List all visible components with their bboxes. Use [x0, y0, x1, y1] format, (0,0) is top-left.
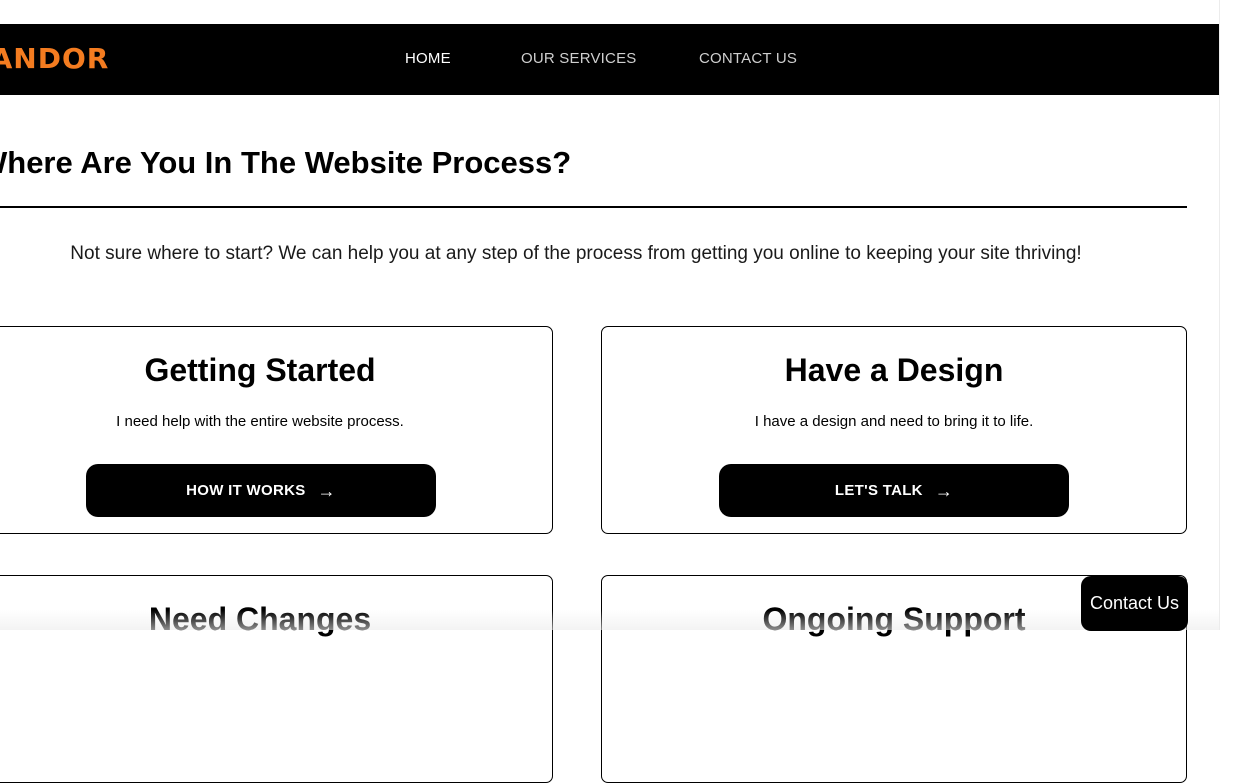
arrow-right-icon: →: [317, 480, 336, 501]
arrow-right-icon: →: [934, 480, 954, 501]
card-description: I need help with the entire website proc…: [116, 413, 404, 430]
contact-us-floating-button[interactable]: Contact Us: [1081, 576, 1188, 631]
site-logo[interactable]: YANDOR: [0, 37, 109, 81]
top-navbar: YANDOR HOME OUR SERVICES CONTACT US: [0, 24, 1219, 95]
card-need-changes: Need Changes: [0, 575, 553, 783]
button-label: LET'S TALK: [834, 482, 923, 499]
intro-text: Not sure where to start? We can help you…: [70, 243, 1082, 264]
card-have-a-design: Have a Design I have a design and need t…: [601, 326, 1187, 534]
title-divider: [0, 206, 1187, 208]
right-gutter: [1219, 0, 1259, 630]
card-getting-started: Getting Started I need help with the ent…: [0, 326, 553, 534]
card-description: I have a design and need to bring it to …: [754, 413, 1034, 430]
button-label: HOW IT WORKS: [186, 482, 306, 499]
nav-contact-us[interactable]: CONTACT US: [699, 47, 797, 71]
lets-talk-button[interactable]: LET'S TALK →: [719, 464, 1069, 517]
nav-our-services[interactable]: OUR SERVICES: [521, 47, 637, 71]
card-title: Need Changes: [148, 601, 372, 637]
nav-home[interactable]: HOME: [405, 47, 451, 71]
page-title: Where Are You In The Website Process?: [0, 145, 572, 180]
card-title: Getting Started: [144, 352, 376, 388]
card-title: Have a Design: [784, 352, 1004, 388]
how-it-works-button[interactable]: HOW IT WORKS →: [86, 464, 436, 517]
